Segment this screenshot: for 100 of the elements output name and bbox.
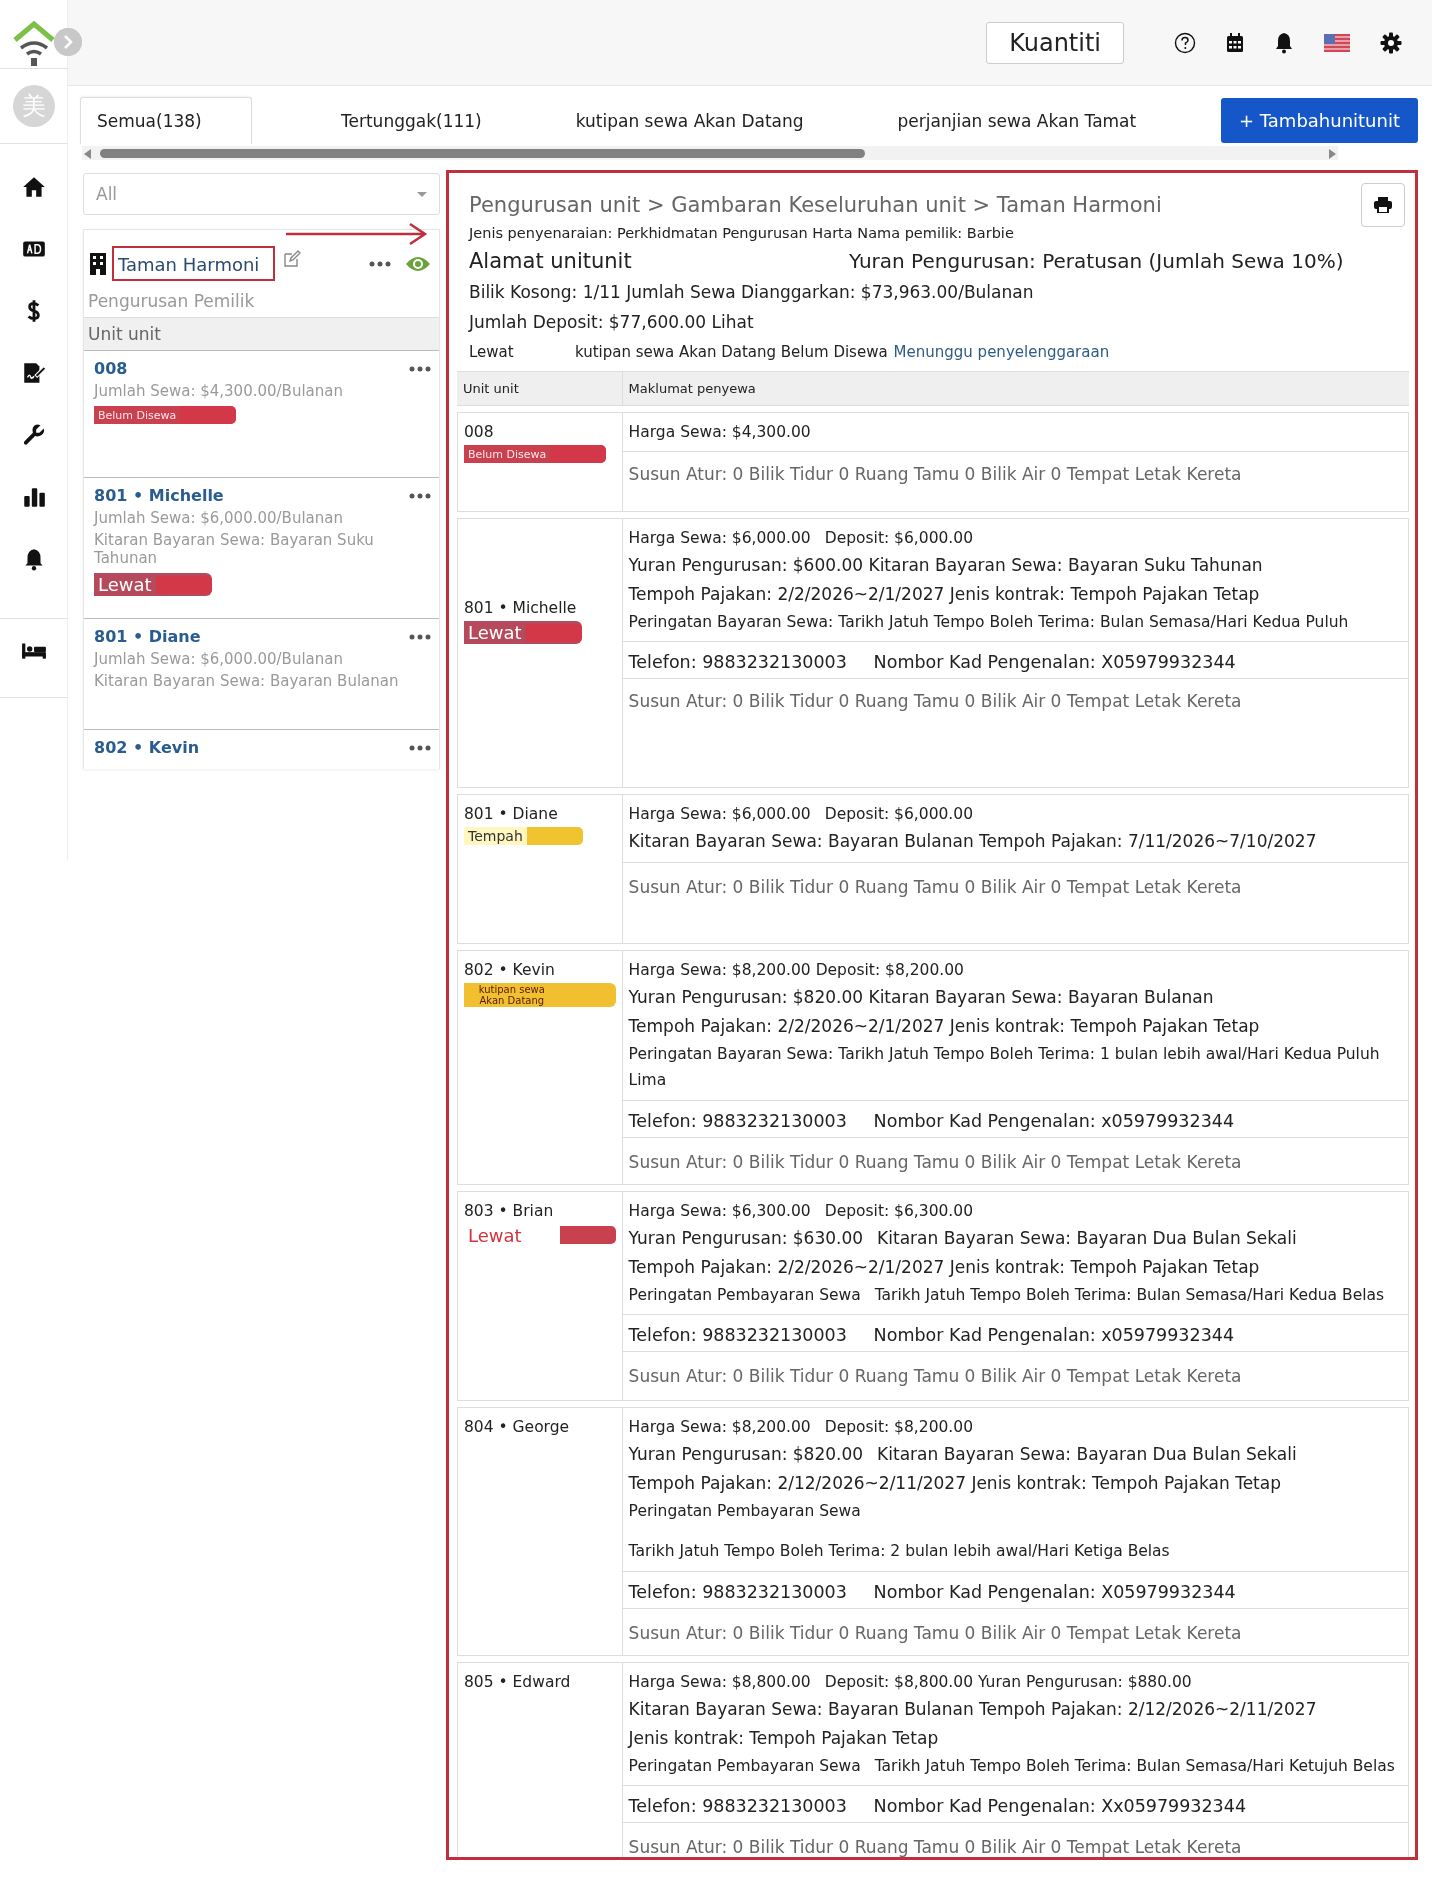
- tenant-info: Peringatan Bayaran Sewa: Tarikh Jatuh Tempo Boleh Terima: Bulan Semasa/Hari Kedua Puluh: [628, 612, 1349, 634]
- unit-name: 802 • Kevin: [464, 961, 556, 979]
- unit-name: 008: [464, 423, 495, 441]
- tenant-info: Deposit: $8,200.00: [824, 1416, 973, 1438]
- tab[interactable]: perjanjian sewa Akan Tamat: [880, 97, 1154, 144]
- room-layout: Susun Atur: 0 Bilik Tidur 0 Ruang Tamu 0 Bilik Air 0 Tempat Letak Kereta: [627, 1836, 1243, 1857]
- more-icon[interactable]: [369, 260, 391, 267]
- phone-number: Telefon: 9883232130003: [628, 1581, 848, 1602]
- tenant-info: Deposit: $6,000.00: [824, 528, 973, 549]
- phone-number: Telefon: 9883232130003: [628, 1110, 848, 1131]
- tenant-info: Harga Sewa: $6,300.00: [628, 1200, 811, 1222]
- tenant-info: Peringatan Pembayaran Sewa: [628, 1500, 861, 1522]
- tab[interactable]: kutipan sewa Akan Datang: [558, 97, 821, 144]
- print-button[interactable]: [1361, 183, 1405, 227]
- tenant-info: Yuran Pengurusan: $820.00 Kitaran Bayaran Sewa: Bayaran Bulanan: [628, 986, 1214, 1010]
- id-number: Nombor Kad Pengenalan: Xx05979932344: [873, 1796, 1248, 1817]
- unit-title: 008: [94, 359, 128, 378]
- tenant-info: Harga Sewa: $6,000.00: [628, 804, 811, 825]
- status-badge: Lewat: [464, 621, 582, 644]
- status-badge: Belum Disewa: [94, 406, 237, 424]
- breadcrumb: Pengurusan unit > Gambaran Keseluruhan unit > Taman Harmoni: [468, 192, 1163, 219]
- status-badge: Tempah: [464, 827, 583, 845]
- unit-address: Alamat unitunit: [469, 249, 633, 273]
- status-badge: Belum Disewa: [464, 445, 607, 463]
- tab[interactable]: Semua(138): [80, 97, 252, 144]
- tenant-info: Yuran Pengurusan: $630.00: [628, 1227, 864, 1251]
- tenant-info: Harga Sewa: $8,800.00: [628, 1671, 811, 1693]
- id-number: Nombor Kad Pengenalan: X05979932344: [873, 1581, 1237, 1602]
- room-layout: Susun Atur: 0 Bilik Tidur 0 Ruang Tamu 0 Bilik Air 0 Tempat Letak Kereta: [627, 876, 1243, 900]
- tenant-info: Harga Sewa: $8,200.00 Deposit: $8,200.00: [628, 960, 964, 981]
- tenant-info: Tarikh Jatuh Tempo Boleh Terima: Bulan Semasa/Hari Kedua Belas: [874, 1284, 1385, 1306]
- help-icon[interactable]: [1174, 31, 1196, 54]
- tenant-info: Tarikh Jatuh Tempo Boleh Terima: Bulan Semasa/Hari Ketujuh Belas: [874, 1755, 1395, 1777]
- unit-info: Jumlah Sewa: $4,300.00/Bulanan: [94, 382, 344, 400]
- status-badge: Lewat: [94, 573, 212, 596]
- tenant-info: Tempoh Pajakan: 2/2/2026~2/1/2027 Jenis kontrak: Tempoh Pajakan Tetap: [628, 1256, 1260, 1280]
- calendar-icon[interactable]: [1226, 32, 1244, 53]
- tab[interactable]: Tertunggak(111): [324, 97, 499, 144]
- unit-list-item[interactable]: 801 • Diane Jumlah Sewa: $6,000.00/Bulanan Kitaran Bayaran Sewa: Bayaran Bulanan: [84, 618, 439, 729]
- add-unit-button[interactable]: + Tambahunitunit: [1221, 98, 1418, 143]
- tenant-info: Harga Sewa: $4,300.00: [628, 422, 811, 443]
- view-icon[interactable]: [405, 254, 431, 273]
- tenant-info: Yuran Pengurusan: $600.00 Kitaran Bayaran Sewa: Bayaran Suku Tahunan: [628, 554, 1263, 578]
- phone-number: Telefon: 9883232130003: [628, 652, 848, 673]
- listing-info: Jenis penyenaraian: Perkhidmatan Pengurusan Harta Nama pemilik: Barbie: [467, 224, 1015, 243]
- tenant-info: Kitaran Bayaran Sewa: Bayaran Bulanan Tempoh Pajakan: 2/12/2026~2/11/2027: [628, 1697, 1317, 1721]
- unit-name: 803 • Brian: [464, 1201, 555, 1220]
- tenant-info: Peringatan Pembayaran Sewa: [628, 1284, 861, 1306]
- quantity-button[interactable]: Kuantiti: [986, 21, 1124, 64]
- management-fee: Yuran Pengurusan: Peratusan (Jumlah Sewa 10%): [849, 249, 1344, 273]
- tenant-info: Peringatan Bayaran Sewa: Tarikh Jatuh Tempo Boleh Terima: 1 bulan lebih awal/Hari Kedua Puluh Lima: [628, 1044, 1381, 1092]
- tenant-info: Kitaran Bayaran Sewa: Bayaran Dua Bulan Sekali: [877, 1227, 1297, 1251]
- tenant-info: Tempoh Pajakan: 2/2/2026~2/1/2027 Jenis kontrak: Tempoh Pajakan Tetap: [628, 1015, 1260, 1039]
- tenant-info: Tarikh Jatuh Tempo Boleh Terima: 2 bulan lebih awal/Hari Ketiga Belas: [628, 1541, 1170, 1563]
- room-layout: Susun Atur: 0 Bilik Tidur 0 Ruang Tamu 0 Bilik Air 0 Tempat Letak Kereta: [627, 1150, 1243, 1174]
- building-icon: [90, 252, 106, 275]
- tenant-info: Harga Sewa: $6,000.00: [628, 528, 811, 549]
- unit-list-item[interactable]: 008 Jumlah Sewa: $4,300.00/Bulanan Belum Disewa: [84, 350, 439, 477]
- tenant-info: Jenis kontrak: Tempoh Pajakan Tetap: [628, 1726, 939, 1750]
- phone-number: Telefon: 9883232130003: [628, 1325, 848, 1346]
- tenant-info: Peringatan Pembayaran Sewa: [628, 1755, 861, 1777]
- more-icon[interactable]: [409, 492, 431, 499]
- unit-title: 802 • Kevin: [94, 738, 200, 757]
- bell-icon[interactable]: [1274, 31, 1294, 54]
- legend-label: Lewat: [469, 343, 515, 361]
- tenant-info: Kitaran Bayaran Sewa: Bayaran Dua Bulan Sekali: [877, 1443, 1297, 1467]
- tenant-info: Tempoh Pajakan: 2/12/2026~2/11/2027 Jenis kontrak: Tempoh Pajakan Tetap: [628, 1472, 1281, 1496]
- unit-list-item[interactable]: 801 • Michelle Jumlah Sewa: $6,000.00/Bulanan Kitaran Bayaran Sewa: Bayaran Suku Tahunan Lewat: [84, 477, 439, 618]
- room-layout: Susun Atur: 0 Bilik Tidur 0 Ruang Tamu 0 Bilik Air 0 Tempat Letak Kereta: [627, 1621, 1243, 1645]
- unit-name: 801 • Michelle: [464, 599, 578, 617]
- room-layout: Susun Atur: 0 Bilik Tidur 0 Ruang Tamu 0 Bilik Air 0 Tempat Letak Kereta: [627, 690, 1243, 714]
- vacancy-summary: Bilik Kosong: 1/11 Jumlah Sewa Dianggarkan: $73,963.00/Bulanan: [468, 281, 1035, 304]
- management-type: Pengurusan Pemilik: [87, 290, 256, 313]
- more-icon[interactable]: [409, 633, 431, 640]
- tenant-info: Deposit: $6,000.00: [824, 804, 973, 825]
- unit-title: 801 • Michelle: [94, 486, 224, 505]
- section-header: Unit unit: [84, 317, 439, 350]
- column-header: Maklumat penyewa: [622, 371, 1409, 406]
- flag-icon[interactable]: [1324, 33, 1350, 52]
- tenant-info: Kitaran Bayaran Sewa: Bayaran Bulanan Tempoh Pajakan: 7/11/2026~7/10/2027: [628, 830, 1317, 854]
- unit-list-item[interactable]: 802 • Kevin: [84, 729, 439, 769]
- room-layout: Susun Atur: 0 Bilik Tidur 0 Ruang Tamu 0 Bilik Air 0 Tempat Letak Kereta: [627, 1365, 1243, 1389]
- legend-link[interactable]: Menunggu penyelenggaraan: [893, 343, 1110, 361]
- status-label: Lewat: [467, 1223, 523, 1247]
- unit-name: 801 • Diane: [464, 805, 559, 823]
- unit-info: Jumlah Sewa: $6,000.00/Bulanan: [94, 650, 344, 668]
- settings-icon[interactable]: [1380, 31, 1402, 54]
- unit-title: 801 • Diane: [94, 627, 201, 646]
- property-name[interactable]: Taman Harmoni: [112, 246, 276, 281]
- id-number: Nombor Kad Pengenalan: x05979932344: [873, 1325, 1236, 1346]
- tenant-info: Harga Sewa: $8,200.00: [628, 1416, 811, 1438]
- more-icon[interactable]: [409, 365, 431, 372]
- edit-icon[interactable]: [283, 249, 302, 268]
- print-icon: [1374, 197, 1392, 213]
- more-icon[interactable]: [409, 744, 431, 751]
- room-layout: Susun Atur: 0 Bilik Tidur 0 Ruang Tamu 0 Bilik Air 0 Tempat Letak Kereta: [627, 463, 1243, 487]
- tenant-info: Deposit: $6,300.00: [824, 1200, 973, 1222]
- scrollbar[interactable]: [82, 146, 1338, 160]
- phone-number: Telefon: 9883232130003: [628, 1796, 848, 1817]
- unit-info: Jumlah Sewa: $6,000.00/Bulanan: [94, 509, 344, 527]
